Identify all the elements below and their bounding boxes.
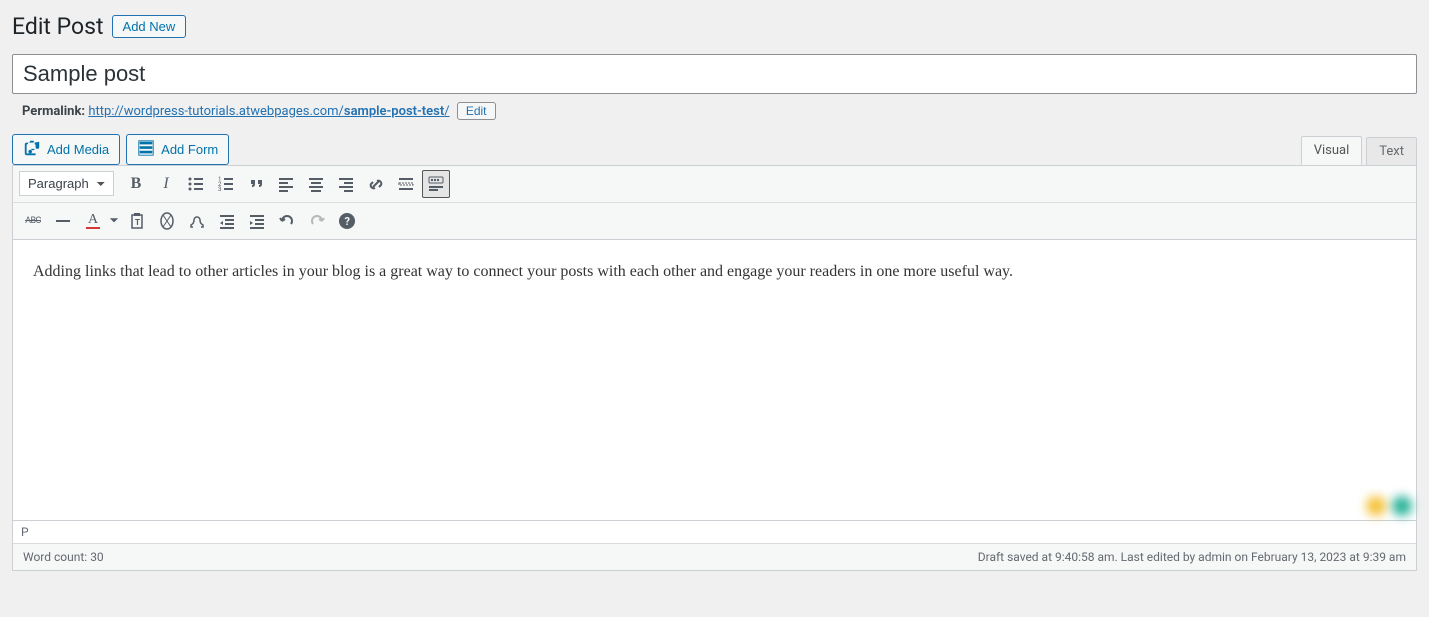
strikethrough-button[interactable]: ABC bbox=[19, 207, 47, 235]
text-color-button[interactable]: A bbox=[79, 207, 107, 235]
permalink-label: Permalink: bbox=[22, 104, 85, 119]
align-left-button[interactable] bbox=[272, 170, 300, 198]
link-button[interactable] bbox=[362, 170, 390, 198]
element-path: P bbox=[13, 520, 1416, 543]
paste-text-button[interactable]: T bbox=[123, 207, 151, 235]
align-right-button[interactable] bbox=[332, 170, 360, 198]
svg-text:?: ? bbox=[345, 215, 351, 228]
special-character-button[interactable] bbox=[183, 207, 211, 235]
help-button[interactable]: ? bbox=[333, 207, 361, 235]
permalink-link[interactable]: http://wordpress-tutorials.atwebpages.co… bbox=[88, 104, 449, 119]
add-form-button[interactable]: Add Form bbox=[126, 134, 229, 165]
blockquote-button[interactable] bbox=[242, 170, 270, 198]
camera-music-icon bbox=[23, 139, 41, 160]
redo-button[interactable] bbox=[303, 207, 331, 235]
editor-container: Paragraph B I 123 ABC A T ? Adding links… bbox=[12, 165, 1417, 571]
numbered-list-button[interactable]: 123 bbox=[212, 170, 240, 198]
post-title-input[interactable] bbox=[12, 54, 1417, 94]
word-count: Word count: 30 bbox=[23, 550, 104, 564]
add-form-label: Add Form bbox=[161, 142, 218, 157]
horizontal-rule-button[interactable] bbox=[49, 207, 77, 235]
bold-button[interactable]: B bbox=[122, 170, 150, 198]
draft-status: Draft saved at 9:40:58 am. Last edited b… bbox=[978, 550, 1406, 564]
outdent-button[interactable] bbox=[213, 207, 241, 235]
clear-formatting-button[interactable] bbox=[153, 207, 181, 235]
svg-text:3: 3 bbox=[218, 186, 221, 193]
assistant-widget[interactable] bbox=[1366, 496, 1412, 516]
page-title: Edit Post bbox=[12, 12, 104, 42]
add-new-button[interactable]: Add New bbox=[112, 15, 187, 38]
undo-button[interactable] bbox=[273, 207, 301, 235]
toolbar-toggle-button[interactable] bbox=[422, 170, 450, 198]
read-more-button[interactable] bbox=[392, 170, 420, 198]
italic-button[interactable]: I bbox=[152, 170, 180, 198]
tab-visual[interactable]: Visual bbox=[1301, 136, 1363, 165]
svg-text:T: T bbox=[135, 218, 140, 227]
bullet-list-button[interactable] bbox=[182, 170, 210, 198]
format-select[interactable]: Paragraph bbox=[19, 171, 114, 196]
text-color-dropdown[interactable] bbox=[107, 207, 121, 235]
editor-content-area[interactable]: Adding links that lead to other articles… bbox=[13, 240, 1416, 520]
post-body-text: Adding links that lead to other articles… bbox=[33, 260, 1396, 284]
permalink-edit-button[interactable]: Edit bbox=[457, 102, 496, 120]
add-media-label: Add Media bbox=[47, 142, 109, 157]
align-center-button[interactable] bbox=[302, 170, 330, 198]
indent-button[interactable] bbox=[243, 207, 271, 235]
add-media-button[interactable]: Add Media bbox=[12, 134, 120, 165]
tab-text[interactable]: Text bbox=[1366, 137, 1417, 165]
form-icon bbox=[137, 139, 155, 160]
